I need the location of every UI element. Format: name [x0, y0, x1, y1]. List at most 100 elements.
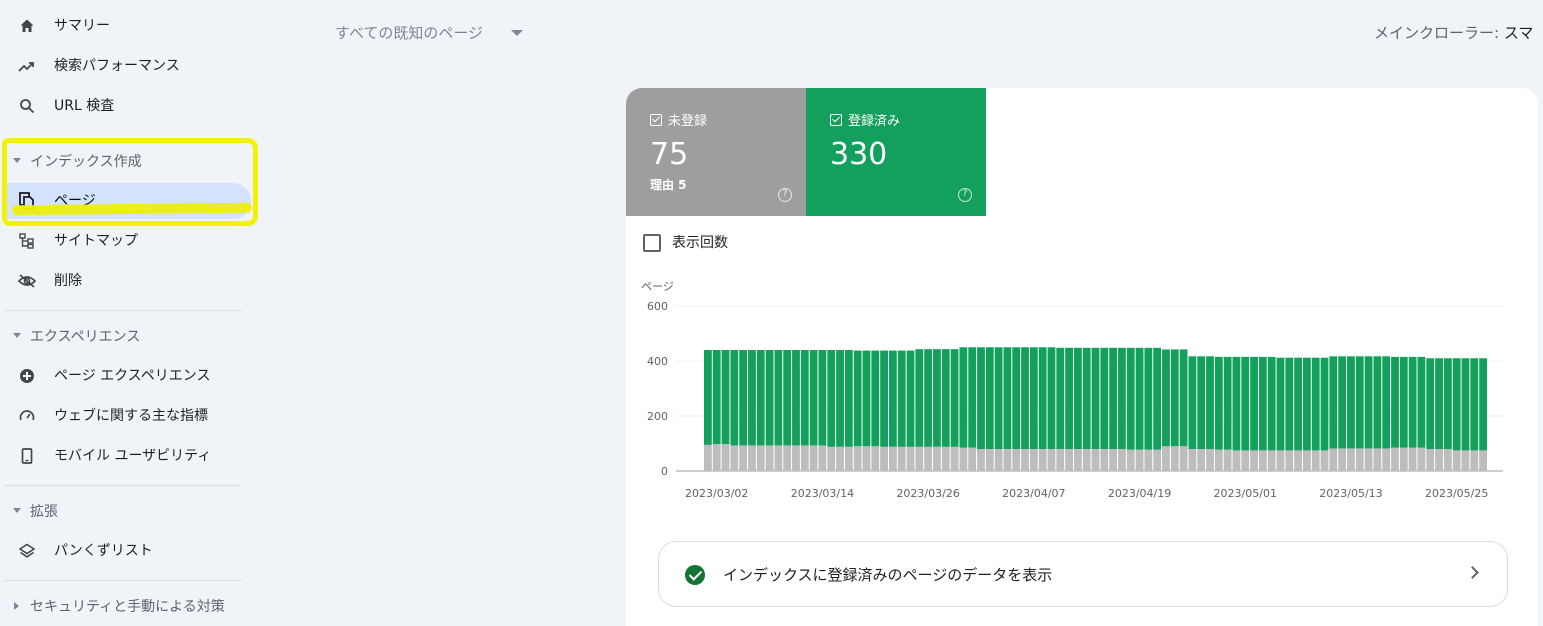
home-icon [18, 17, 36, 35]
bar-not-indexed [1452, 450, 1461, 471]
bar-indexed [1012, 347, 1021, 449]
x-tick-label: 2023/04/07 [1002, 487, 1065, 500]
bar-indexed [1206, 356, 1214, 449]
bar-not-indexed [1426, 449, 1435, 471]
bar-not-indexed [1091, 449, 1100, 471]
bar-not-indexed [1135, 449, 1144, 471]
bar-not-indexed [1206, 449, 1214, 471]
sidebar-item-label: ページ エクスペリエンス [54, 368, 211, 384]
checkbox-checked-icon[interactable] [830, 113, 842, 126]
main-crawler-info: メインクローラー: スマ [1374, 22, 1533, 43]
sidebar-item-summary[interactable]: サマリー [4, 8, 252, 44]
bar-not-indexed [1126, 449, 1135, 471]
bar-not-indexed [756, 445, 765, 471]
help-icon[interactable]: ? [778, 188, 792, 202]
x-tick-label: 2023/05/25 [1425, 487, 1488, 500]
bar-not-indexed [1303, 450, 1311, 471]
checkbox-checked-icon[interactable] [650, 113, 662, 126]
y-axis-title: ページ [641, 280, 674, 293]
bar-indexed [765, 350, 774, 446]
bar-not-indexed [950, 446, 959, 471]
sidebar-item-label: パンくずリスト [54, 543, 153, 559]
bar-indexed [1073, 347, 1082, 449]
bar-indexed [1241, 356, 1250, 451]
view-indexed-pages-data-link[interactable]: インデックスに登録済みのページのデータを表示 [658, 541, 1508, 607]
bar-indexed [1311, 357, 1320, 451]
indexed-tile[interactable]: 登録済み 330 ? [806, 88, 986, 216]
bar-not-indexed [871, 446, 880, 471]
sidebar-item-breadcrumbs[interactable]: パンくずリスト [4, 533, 252, 569]
bar-not-indexed [1258, 450, 1267, 471]
bar-indexed [985, 347, 994, 449]
sidebar-item-mobile-usability[interactable]: モバイル ユーザビリティ [4, 438, 252, 474]
bar-not-indexed [739, 445, 748, 471]
sidebar-item-page-experience[interactable]: ページ エクスペリエンス [4, 358, 252, 394]
bar-not-indexed [1144, 449, 1153, 471]
bar-not-indexed [1003, 449, 1012, 471]
bar-indexed [712, 350, 721, 445]
view-indexed-pages-label: インデックスに登録済みのページのデータを表示 [723, 566, 1053, 584]
bar-indexed [1065, 347, 1073, 449]
impressions-checkbox[interactable] [643, 234, 661, 252]
bar-indexed [1417, 356, 1426, 448]
section-header-label: 拡張 [30, 504, 58, 520]
sidebar-item-core-web-vitals[interactable]: ウェブに関する主な指標 [4, 398, 252, 434]
sidebar-item-url-inspection[interactable]: URL 検査 [4, 88, 252, 124]
bar-indexed [1170, 349, 1179, 447]
sidebar-item-search-performance[interactable]: 検索パフォーマンス [4, 48, 252, 84]
bar-not-indexed [1047, 449, 1056, 471]
not-indexed-tile[interactable]: 未登録 75 理由 5 ? [626, 88, 806, 216]
bar-indexed [1479, 358, 1487, 451]
bar-indexed [950, 349, 959, 447]
bar-indexed [756, 350, 765, 446]
bar-indexed [1382, 356, 1391, 449]
bar-not-indexed [1162, 446, 1170, 471]
bar-not-indexed [800, 445, 809, 471]
bar-not-indexed [783, 445, 792, 471]
bar-indexed [924, 349, 933, 447]
bar-not-indexed [1399, 447, 1408, 471]
section-header-label: エクスペリエンス [30, 329, 141, 345]
bar-indexed [1153, 347, 1162, 450]
bar-not-indexed [1479, 450, 1487, 471]
add-circle-icon [18, 367, 36, 385]
bar-indexed [1258, 356, 1267, 451]
bar-indexed [1320, 357, 1329, 451]
sidebar-item-sitemaps[interactable]: サイトマップ [4, 223, 252, 259]
section-header-enhancements[interactable]: 拡張 [4, 500, 248, 524]
bar-indexed [1364, 356, 1373, 449]
caret-down-icon [12, 329, 22, 343]
bar-not-indexed [748, 445, 756, 471]
bar-not-indexed [853, 446, 862, 471]
bar-indexed [739, 350, 748, 446]
sidebar-item-removals[interactable]: 削除 [4, 263, 252, 299]
bar-indexed [1214, 356, 1223, 450]
bar-not-indexed [1232, 450, 1241, 471]
bar-not-indexed [704, 444, 712, 471]
bar-indexed [1082, 347, 1091, 449]
bar-indexed [941, 349, 950, 447]
caret-down-icon [12, 504, 22, 518]
section-header-security[interactable]: セキュリティと手動による対策 [4, 595, 248, 619]
bar-not-indexed [985, 449, 994, 471]
bar-not-indexed [1347, 448, 1355, 471]
bar-indexed [704, 350, 712, 445]
x-tick-label: 2023/03/02 [685, 487, 748, 500]
bar-indexed [1329, 356, 1338, 449]
bar-not-indexed [1188, 449, 1197, 471]
section-header-indexing[interactable]: インデックス作成 [4, 150, 248, 174]
bar-indexed [933, 349, 941, 447]
pages-filter-dropdown[interactable]: すべての既知のページ [335, 22, 524, 43]
bar-indexed [853, 350, 862, 447]
bar-not-indexed [774, 445, 783, 471]
section-header-experience[interactable]: エクスペリエンス [4, 325, 248, 349]
bar-not-indexed [1021, 449, 1029, 471]
help-icon[interactable]: ? [958, 188, 972, 202]
bar-not-indexed [1382, 448, 1391, 471]
bar-indexed [1197, 356, 1206, 449]
crawler-label: メインクローラー: [1374, 24, 1504, 42]
bar-not-indexed [906, 446, 915, 471]
bar-not-indexed [1118, 449, 1126, 471]
bar-indexed [871, 350, 880, 447]
bar-not-indexed [1408, 447, 1417, 471]
